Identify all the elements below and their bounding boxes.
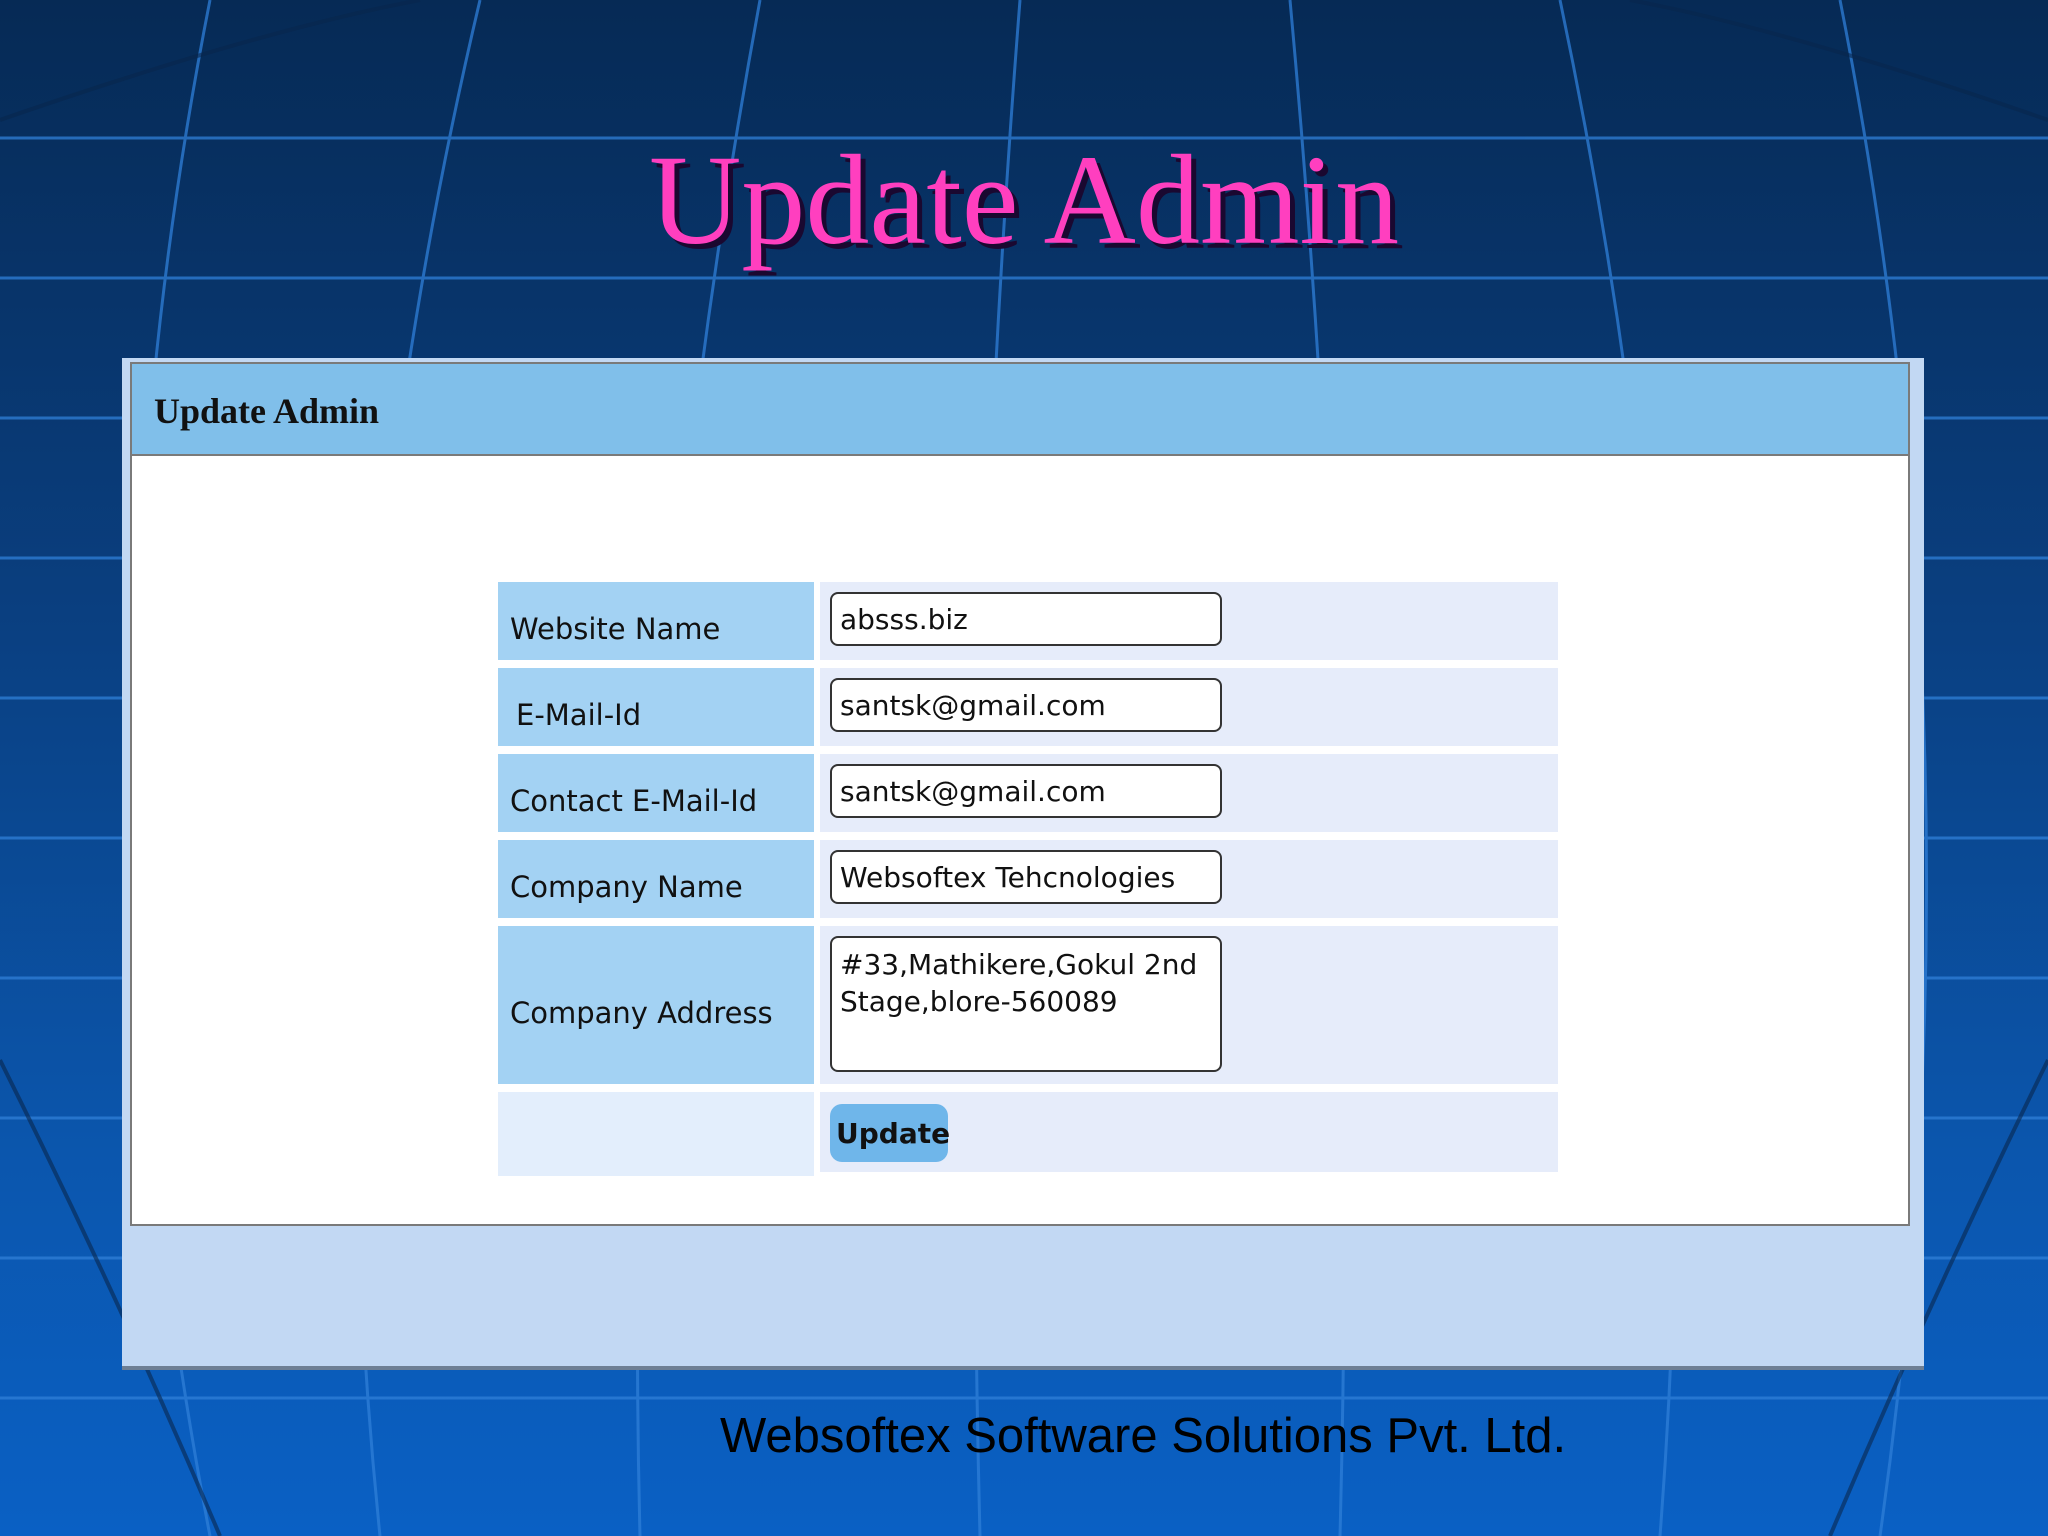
contact-email-id-label: Contact E-Mail-Id	[510, 784, 758, 818]
slide-title: Update Admin	[648, 129, 1400, 271]
website-name-label: Website Name	[510, 612, 721, 646]
company-name-input[interactable]	[830, 850, 1222, 904]
form-row-email-id: E-Mail-Id	[498, 668, 1558, 746]
company-name-label: Company Name	[510, 870, 743, 904]
input-cell	[820, 840, 1558, 918]
footer-company-name: Websoftex Software Solutions Pvt. Ltd.	[720, 1409, 1567, 1463]
label-cell: Company Address	[498, 926, 814, 1084]
website-name-input[interactable]	[830, 592, 1222, 646]
form-row-company-address: Company Address #33,Mathikere,Gokul 2nd …	[498, 926, 1558, 1084]
input-cell: #33,Mathikere,Gokul 2nd Stage,blore-5600…	[820, 926, 1558, 1084]
update-button[interactable]: Update	[830, 1104, 950, 1162]
input-cell	[820, 668, 1558, 746]
empty-label-cell	[498, 1092, 814, 1176]
email-id-label: E-Mail-Id	[516, 698, 642, 732]
button-cell: Update	[820, 1092, 1558, 1172]
form-row-company-name: Company Name	[498, 840, 1558, 918]
panel-header: Update Admin	[132, 364, 1908, 456]
update-admin-panel: Update Admin Website Name E-Mail-Id Cont…	[122, 358, 1924, 1370]
label-cell: Website Name	[498, 582, 814, 660]
form-row-website-name: Website Name	[498, 582, 1558, 660]
label-cell: Contact E-Mail-Id	[498, 754, 814, 832]
form-row-submit: Update	[498, 1092, 1558, 1176]
label-cell: E-Mail-Id	[498, 668, 814, 746]
input-cell	[820, 754, 1558, 832]
contact-email-id-input[interactable]	[830, 764, 1222, 818]
panel-content: Update Admin Website Name E-Mail-Id Cont…	[130, 362, 1910, 1226]
company-address-label: Company Address	[510, 996, 773, 1030]
input-cell	[820, 582, 1558, 660]
company-address-textarea[interactable]: #33,Mathikere,Gokul 2nd Stage,blore-5600…	[830, 936, 1222, 1072]
panel-header-title: Update Admin	[154, 391, 380, 431]
label-cell: Company Name	[498, 840, 814, 918]
email-id-input[interactable]	[830, 678, 1222, 732]
form-row-contact-email-id: Contact E-Mail-Id	[498, 754, 1558, 832]
